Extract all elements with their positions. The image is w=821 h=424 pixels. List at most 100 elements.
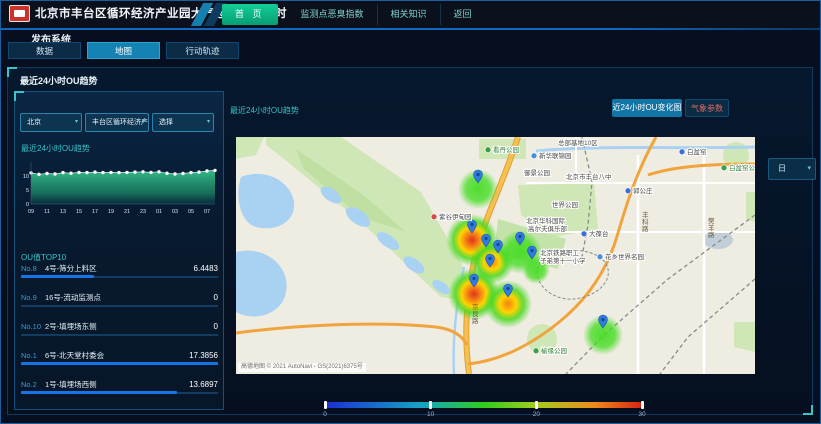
top-list-item: No.21号-填埋场西侧 13.6897 — [21, 379, 218, 408]
trend-card: 北京▾丰台区循环经济产▾选择▾ 最近24小时OU趋势 0510 09111315… — [14, 91, 224, 410]
top-item-name: 16号-流动监测点 — [45, 292, 101, 303]
svg-text:01: 01 — [156, 209, 162, 215]
svg-text:0: 0 — [26, 202, 29, 208]
svg-text:世界公园: 世界公园 — [552, 200, 578, 209]
top-item-rank: No.2 — [21, 380, 45, 389]
svg-text:新华联锦园: 新华联锦园 — [539, 151, 572, 160]
svg-text:丰科路: 丰科路 — [642, 210, 649, 233]
top-list-item: No.84号-筛分上料区6.4483 — [21, 263, 218, 292]
top-item-bar-track — [21, 305, 218, 307]
nav-item[interactable]: 返回 — [441, 4, 485, 25]
top-item-bar-fill — [21, 362, 218, 365]
top-item-name: 4号-筛分上料区 — [45, 263, 97, 274]
panel-title: 最近24小时OU趋势 — [20, 74, 98, 87]
scale-tick-marker — [324, 401, 327, 409]
ou-trend-chart: 0510 091113151719212301030507 — [17, 158, 223, 220]
svg-text:北京铁路职工: 北京铁路职工 — [540, 248, 580, 257]
top-item-value: 0 — [214, 322, 218, 331]
svg-text:紫谷伊甸园: 紫谷伊甸园 — [439, 212, 472, 221]
top-list-item: No.916号-流动监测点 0 — [21, 292, 218, 321]
weather-params-button[interactable]: 气象参数 — [685, 99, 729, 117]
top-item-value: 0 — [214, 293, 218, 302]
map-attribution: 高德地图 © 2021 AutoNavi - GS(2021)6375号 — [238, 363, 366, 372]
svg-text:花乡世界名园: 花乡世界名园 — [605, 252, 644, 261]
svg-text:5: 5 — [26, 188, 29, 194]
scale-tick-label: 0 — [323, 411, 327, 418]
top-item-name: 6号-北天堂村委会 — [45, 350, 104, 361]
svg-text:总部基地10区: 总部基地10区 — [558, 138, 598, 147]
chevron-down-icon: ▾ — [75, 114, 78, 131]
svg-text:白盆窑: 白盆窑 — [687, 147, 707, 156]
site-select-value: 选择 — [159, 119, 173, 126]
svg-text:北京华科国际: 北京华科国际 — [526, 216, 566, 225]
chart-x-axis: 091113151719212301030507 — [28, 209, 210, 215]
svg-text:子弟第十一小学: 子弟第十一小学 — [540, 256, 586, 265]
filter-selects: 北京▾丰台区循环经济产▾选择▾ — [20, 113, 217, 132]
top-item-bar-fill — [21, 275, 94, 278]
svg-text:榆缘公园: 榆缘公园 — [541, 346, 567, 355]
svg-text:05: 05 — [188, 209, 194, 215]
svg-text:樊羊路: 樊羊路 — [708, 216, 715, 239]
heat-scale-bar: 0102030 — [325, 402, 642, 408]
map-svg: 看丹公园总部基地10区新华联锦园御景公园北京市丰台八中郭公庄白盆窑白盆窑公园世界… — [236, 137, 755, 374]
chevron-down-icon: ▾ — [142, 114, 145, 131]
tab-数据[interactable]: 数据 — [8, 42, 81, 59]
tab-地图[interactable]: 地图 — [87, 42, 160, 59]
top-item-name: 2号-填埋场东侧 — [45, 321, 97, 332]
svg-text:白盆窑公园: 白盆窑公园 — [729, 163, 755, 172]
svg-text:19: 19 — [108, 209, 114, 215]
chevron-down-icon: ▾ — [807, 159, 811, 179]
header-divider — [1, 28, 820, 30]
svg-text:15: 15 — [76, 209, 82, 215]
chevron-down-icon: ▾ — [207, 114, 210, 131]
svg-text:10: 10 — [23, 174, 29, 180]
park-select-value: 丰台区循环经济产 — [92, 119, 148, 126]
svg-text:京良路: 京良路 — [472, 302, 479, 325]
scale-tick-label: 20 — [533, 411, 540, 418]
park-select[interactable]: 丰台区循环经济产▾ — [85, 113, 149, 132]
panel-corner-decoration — [7, 67, 17, 77]
nav-item[interactable]: 相关知识 — [378, 4, 441, 25]
top-list-item: No.16号-北天堂村委会 17.3856 — [21, 350, 218, 379]
svg-text:高尔夫俱乐部: 高尔夫俱乐部 — [528, 224, 568, 233]
top-list-item: No.102号-填埋场东侧 0 — [21, 321, 218, 350]
top-item-name: 1号-填埋场西侧 — [45, 379, 97, 390]
svg-text:大葆台: 大葆台 — [589, 229, 609, 238]
period-select-value: 日 — [778, 164, 786, 173]
svg-text:北京市丰台八中: 北京市丰台八中 — [566, 172, 612, 181]
ou-top-title: OU值TOP10 — [21, 252, 66, 263]
nav-item[interactable]: 首 页 — [222, 4, 278, 25]
scale-tick-marker — [429, 401, 432, 409]
main-nav: 首 页监测点恶臭指数相关知识返回 — [222, 4, 485, 25]
site-select[interactable]: 选择 ▾ — [152, 113, 214, 132]
svg-text:23: 23 — [140, 209, 146, 215]
top-item-rank: No.10 — [21, 322, 45, 331]
svg-text:御景公园: 御景公园 — [524, 168, 550, 177]
top-item-bar-fill — [21, 391, 177, 394]
top-item-value: 17.3856 — [189, 351, 218, 360]
panel-corner-decoration — [803, 405, 813, 415]
nav-item[interactable]: 监测点恶臭指数 — [288, 4, 378, 25]
svg-text:09: 09 — [28, 209, 34, 215]
app-logo-icon — [9, 5, 30, 22]
ou-top-list: No.84号-筛分上料区6.4483No.916号-流动监测点0No.102号-… — [21, 263, 218, 408]
map-section-title: 最近24小时OU趋势 — [230, 105, 299, 116]
svg-text:11: 11 — [44, 209, 50, 215]
svg-text:17: 17 — [92, 209, 98, 215]
tab-行动轨迹[interactable]: 行动轨迹 — [166, 42, 239, 59]
top-item-value: 13.6897 — [189, 380, 218, 389]
period-select[interactable]: 日 ▾ — [768, 158, 816, 180]
ou-change-chart-button[interactable]: 近24小时OU变化图 — [612, 99, 682, 117]
main-panel: 最近24小时OU趋势 北京▾丰台区循环经济产▾选择▾ 最近24小时OU趋势 05… — [7, 67, 813, 415]
top-item-bar-track — [21, 334, 218, 336]
city-select-value: 北京 — [27, 119, 41, 126]
scale-tick-marker — [641, 401, 644, 409]
top-item-rank: No.9 — [21, 293, 45, 302]
top-item-rank: No.8 — [21, 264, 45, 273]
scale-tick-label: 30 — [638, 411, 645, 418]
city-select[interactable]: 北京 ▾ — [20, 113, 82, 132]
svg-text:07: 07 — [204, 209, 210, 215]
map-canvas[interactable]: 看丹公园总部基地10区新华联锦园御景公园北京市丰台八中郭公庄白盆窑白盆窑公园世界… — [236, 137, 755, 374]
svg-text:13: 13 — [60, 209, 66, 215]
top-item-rank: No.1 — [21, 351, 45, 360]
